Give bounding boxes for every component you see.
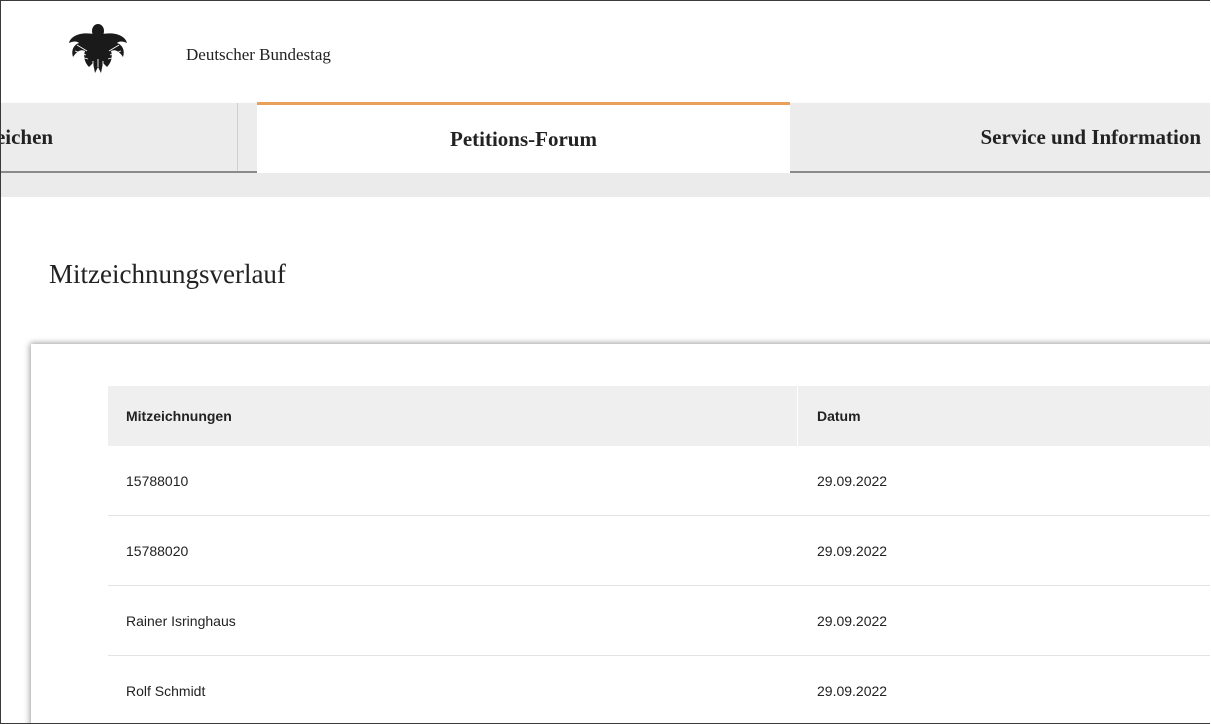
table-row: Rolf Schmidt 29.09.2022 [108,656,1210,723]
signatures-table: Mitzeichnungen Datum 15788010 29.09.2022… [108,386,1210,723]
tab-petitions-forum[interactable]: Petitions-Forum [257,102,790,173]
tab-service-und-information[interactable]: Service und Information [801,103,1210,171]
page-frame: Deutscher Bundestag reichen Petitions-Fo… [0,0,1210,724]
site-brand[interactable]: Deutscher Bundestag [186,45,331,65]
signer-cell: Rolf Schmidt [126,682,206,699]
table-row: 15788010 29.09.2022 [108,446,1210,516]
signer-cell: 15788010 [126,472,189,489]
main-navigation: reichen Petitions-Forum Service und Info… [1,102,1210,173]
column-header-datum[interactable]: Datum [817,386,861,446]
date-cell: 29.09.2022 [817,542,888,559]
federal-eagle-icon[interactable] [63,21,133,77]
nav-divider [237,103,238,171]
site-header: Deutscher Bundestag [1,1,1210,103]
table-row: 15788020 29.09.2022 [108,516,1210,586]
signer-cell: 15788020 [126,542,189,559]
header-divider [797,386,798,446]
page-title: Mitzeichnungsverlauf [49,259,286,289]
date-cell: 29.09.2022 [817,682,888,699]
date-cell: 29.09.2022 [817,472,888,489]
signer-cell: Rainer Isringhaus [126,612,236,629]
column-header-mitzeichnungen[interactable]: Mitzeichnungen [126,386,232,446]
table-row: Rainer Isringhaus 29.09.2022 [108,586,1210,656]
date-cell: 29.09.2022 [817,612,888,629]
tab-einreichen[interactable]: reichen [1,103,227,171]
nav-shadow-band [1,173,1210,197]
table-header: Mitzeichnungen Datum [108,386,1210,446]
